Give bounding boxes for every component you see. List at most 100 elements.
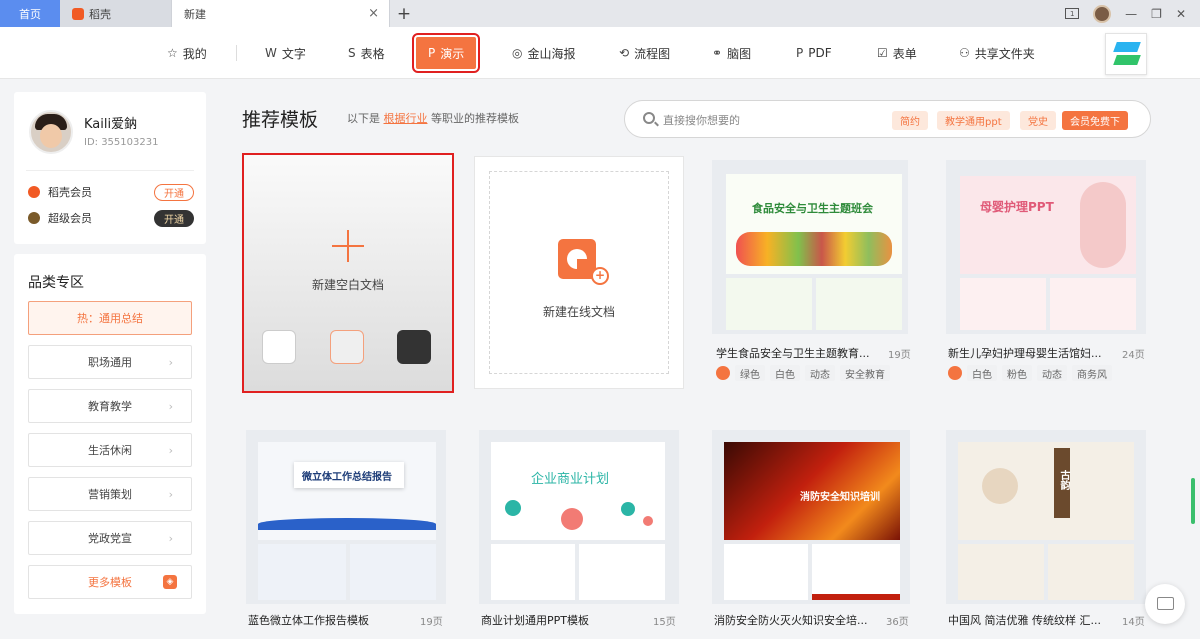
nav-form[interactable]: ☑ 表单: [877, 37, 917, 69]
template-title: 学生食品安全与卫生主题教育...: [716, 347, 870, 360]
member-free-chip[interactable]: 会员免费下: [1062, 111, 1128, 130]
category-item[interactable]: 生活休闲 ›: [28, 433, 192, 467]
template-thumbnail: 消防安全知识培训: [712, 430, 910, 604]
nav-flowchart-label: 流程图: [634, 46, 671, 61]
slide-title: 食品安全与卫生主题班会: [752, 202, 873, 215]
tab-daoke[interactable]: 稻壳: [60, 0, 172, 27]
template-thumbnail: 微立体工作总结报告: [246, 430, 446, 604]
search-chip[interactable]: 党史: [1020, 111, 1056, 130]
tab-new-label: 新建: [184, 7, 206, 21]
tab-home[interactable]: 首页: [0, 0, 60, 27]
template-card[interactable]: 母婴护理PPT 新生儿孕妇护理母婴生活馆妇... 24页 白色 粉色 动态 商务…: [942, 156, 1150, 390]
new-blank-label: 新建空白文档: [311, 278, 384, 292]
search-chip[interactable]: 简约: [892, 111, 928, 130]
search-input[interactable]: 直接搜你想要的: [663, 112, 740, 128]
more-templates-label: 更多模板: [88, 576, 132, 589]
chevron-right-icon: ›: [168, 487, 173, 501]
tag[interactable]: 白色: [967, 365, 997, 381]
section-title: 推荐模板: [242, 109, 319, 131]
tab-bar: 首页 稻壳 新建 × + 1 — ❐ ✕: [0, 0, 1200, 27]
nav-shared-folder[interactable]: ⚇ 共享文件夹: [959, 37, 1035, 69]
slide-title: 企业商业计划: [531, 472, 610, 487]
membership-super: 超级会员 开通: [28, 209, 194, 227]
nav-poster-label: 金山海报: [527, 46, 576, 61]
category-title: 品类专区: [28, 275, 84, 291]
template-card[interactable]: 古韵 中国风 简洁优雅 传统纹样 汇... 14页: [942, 426, 1150, 636]
nav-sheet[interactable]: S 表格: [348, 37, 385, 69]
chevron-right-icon: ›: [168, 531, 173, 545]
close-window-icon[interactable]: ✕: [1176, 7, 1186, 21]
nav-flowchart[interactable]: ⟲ 流程图: [619, 37, 670, 69]
theme-dark-swatch[interactable]: [397, 330, 431, 364]
category-label: 营销策划: [88, 488, 132, 501]
slide-title: 母婴护理PPT: [980, 200, 1054, 214]
tab-new[interactable]: 新建 ×: [172, 0, 390, 27]
category-item[interactable]: 党政党宣 ›: [28, 521, 192, 555]
new-blank-document[interactable]: 新建空白文档: [242, 153, 454, 393]
template-card[interactable]: 消防安全知识培训 消防安全防火灭火知识安全培... 36页: [708, 426, 914, 636]
tag[interactable]: 绿色: [735, 365, 765, 381]
nav-presentation[interactable]: P 演示: [411, 33, 481, 73]
daoke-icon: ◈: [163, 575, 177, 589]
open-super-member-button[interactable]: 开通: [154, 209, 194, 227]
template-card[interactable]: 微立体工作总结报告 蓝色微立体工作报告模板 19页: [242, 426, 450, 636]
nav-poster[interactable]: ◎ 金山海报: [512, 37, 576, 69]
subtitle-suffix: 等职业的推荐模板: [431, 112, 519, 125]
category-item[interactable]: 职场通用 ›: [28, 345, 192, 379]
category-label: 党政党宣: [88, 532, 132, 545]
template-title: 新生儿孕妇护理母婴生活馆妇...: [948, 347, 1102, 360]
nav-form-label: 表单: [892, 46, 917, 61]
tag[interactable]: 白色: [770, 365, 800, 381]
feedback-chat-icon[interactable]: [1145, 584, 1185, 624]
nav-pdf-label: PDF: [808, 46, 832, 60]
close-icon[interactable]: ×: [368, 6, 379, 21]
layout-icon[interactable]: 1: [1065, 8, 1080, 19]
search-chip[interactable]: 教学通用ppt: [937, 111, 1010, 130]
nav-pdf[interactable]: P PDF: [796, 37, 832, 69]
slide-title: 微立体工作总结报告: [302, 472, 392, 483]
category-hot[interactable]: 热：通用总结: [28, 301, 192, 335]
tag[interactable]: 商务风: [1072, 365, 1112, 381]
nav-mindmap[interactable]: ⚭ 脑图: [712, 37, 751, 69]
scrollbar-thumb[interactable]: [1191, 478, 1195, 524]
daoke-icon: [72, 7, 84, 20]
nav-mine-label: 我的: [182, 46, 207, 61]
daoke-icon: [948, 366, 962, 380]
avatar-small[interactable]: [1093, 4, 1112, 23]
template-card[interactable]: 食品安全与卫生主题班会 学生食品安全与卫生主题教育... 19页 绿色 白色 动…: [708, 156, 912, 390]
add-tab-button[interactable]: +: [390, 0, 418, 27]
category-item[interactable]: 教育教学 ›: [28, 389, 192, 423]
category-label: 教育教学: [88, 400, 132, 413]
more-templates-button[interactable]: 更多模板 ◈: [28, 565, 192, 599]
nav-writer-label: 文字: [281, 46, 306, 61]
plus-circle-icon: +: [591, 267, 609, 285]
theme-grey-swatch[interactable]: [330, 330, 364, 364]
template-pages: 19页: [888, 350, 911, 361]
app-logo-icon[interactable]: [1105, 33, 1147, 75]
template-pages: 19页: [420, 617, 443, 628]
restore-icon[interactable]: ❐: [1151, 7, 1162, 21]
tag[interactable]: 动态: [805, 365, 835, 381]
membership-label: 稻壳会员: [48, 186, 92, 199]
template-title: 消防安全防火灭火知识安全培...: [714, 614, 868, 627]
chevron-right-icon: ›: [168, 443, 173, 457]
open-daoke-member-button[interactable]: 开通: [154, 183, 194, 201]
category-item[interactable]: 营销策划 ›: [28, 477, 192, 511]
slide-title: 古韵: [1058, 470, 1069, 490]
theme-white-swatch[interactable]: [262, 330, 296, 364]
minimize-icon[interactable]: —: [1125, 7, 1137, 21]
nav-mine[interactable]: ☆ 我的: [167, 37, 207, 69]
daoke-icon: [716, 366, 730, 380]
slide-title: 消防安全知识培训: [800, 492, 880, 503]
chevron-right-icon: ›: [168, 399, 173, 413]
tag[interactable]: 安全教育: [840, 365, 890, 381]
industry-link[interactable]: 根据行业: [384, 112, 428, 125]
tag[interactable]: 动态: [1037, 365, 1067, 381]
avatar[interactable]: [29, 110, 73, 154]
tag[interactable]: 粉色: [1002, 365, 1032, 381]
nav-writer[interactable]: W 文字: [265, 37, 306, 69]
new-online-document[interactable]: + 新建在线文档: [474, 156, 684, 389]
search-box[interactable]: 直接搜你想要的 简约 教学通用ppt 党史 会员免费下: [624, 100, 1151, 138]
template-card[interactable]: 企业商业计划 商业计划通用PPT模板 15页: [475, 426, 685, 636]
template-thumbnail: 古韵: [946, 430, 1146, 604]
